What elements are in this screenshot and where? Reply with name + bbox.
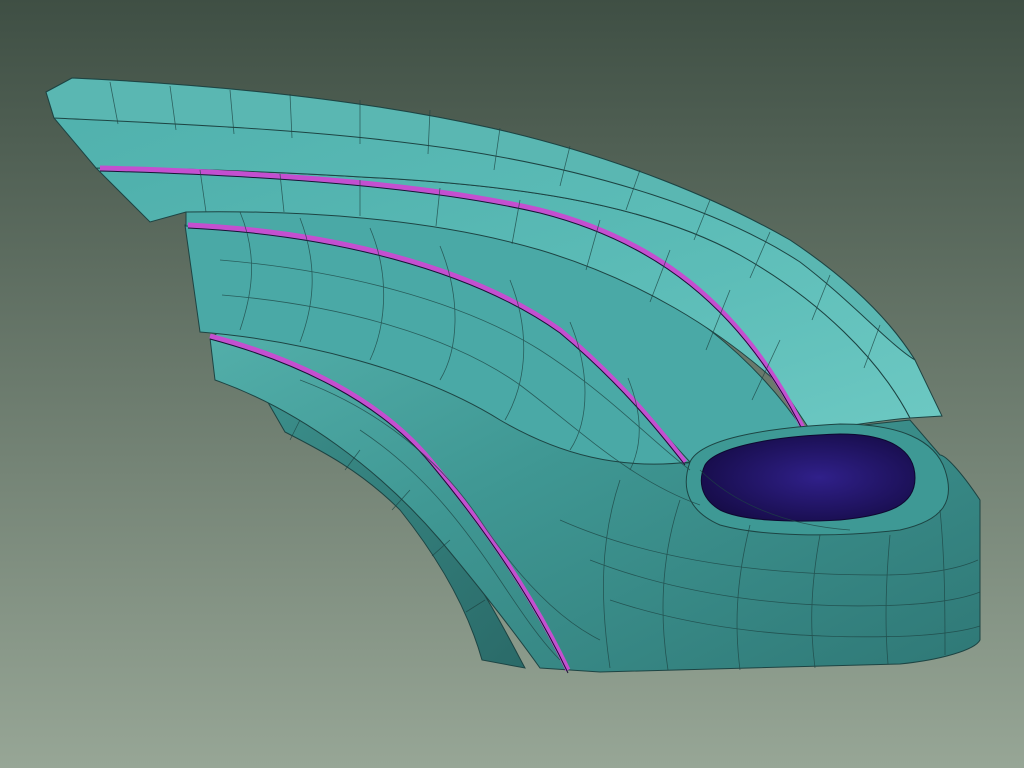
3d-viewport[interactable] <box>0 0 1024 768</box>
viewport-scene <box>0 0 1024 768</box>
